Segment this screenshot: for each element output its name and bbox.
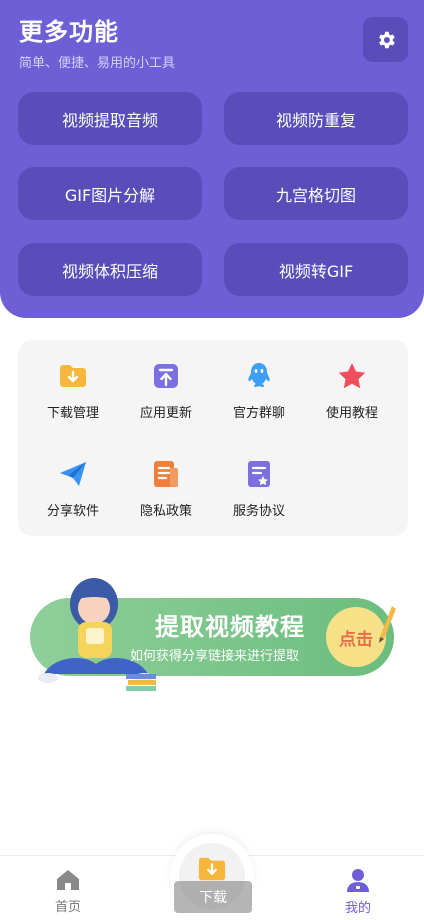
grid-item-official-group[interactable]: 官方群聊 [211, 342, 307, 422]
nav-mine-label: 我的 [344, 901, 371, 916]
gear-icon [378, 31, 395, 48]
tool-video-anti-duplicate-button[interactable]: 视频防重复 [224, 92, 408, 145]
grid-item-service-agreement[interactable]: 服务协议 [211, 440, 307, 520]
grid-item-privacy-policy[interactable]: 隐私政策 [118, 440, 214, 520]
grid-item-label: 分享软件 [46, 504, 99, 519]
user-icon [347, 869, 369, 892]
banner-subtitle: 如何获得分享链接来进行提取 [130, 649, 300, 664]
grid-item-label: 使用教程 [325, 406, 378, 421]
girl-illustration [38, 578, 156, 691]
page-subtitle: 简单、便捷、易用的小工具 [19, 56, 176, 71]
settings-button[interactable] [363, 17, 408, 62]
nav-home-tab[interactable]: 首页 [28, 858, 108, 916]
qq-icon [248, 363, 270, 387]
download-folder-icon [198, 857, 226, 881]
download-folder-icon [60, 365, 86, 387]
grid-item-download-manager[interactable]: 下载管理 [25, 342, 121, 422]
tool-video-to-gif-button[interactable]: 视频转GIF [224, 243, 408, 296]
document-icon [154, 461, 178, 487]
grid-item-app-update[interactable]: 应用更新 [118, 342, 214, 422]
nav-download-label: 下载 [174, 881, 252, 913]
tool-nine-grid-cut-button[interactable]: 九宫格切图 [224, 167, 408, 220]
grid-item-label: 服务协议 [232, 504, 285, 519]
tool-video-extract-audio-button[interactable]: 视频提取音频 [18, 92, 202, 145]
grid-item-label: 隐私政策 [139, 504, 192, 519]
pencil-icon [379, 606, 396, 643]
nav-home-label: 首页 [54, 900, 81, 915]
grid-item-label: 官方群聊 [232, 406, 285, 421]
home-icon [57, 870, 79, 890]
grid-item-label: 下载管理 [46, 406, 99, 421]
tool-gif-split-button[interactable]: GIF图片分解 [18, 167, 202, 220]
page-title: 更多功能 [19, 18, 119, 46]
grid-item-label: 应用更新 [139, 406, 192, 421]
nav-mine-tab[interactable]: 我的 [318, 858, 398, 916]
paper-plane-icon [60, 462, 86, 486]
agreement-icon [248, 461, 270, 487]
grid-item-share-app[interactable]: 分享软件 [25, 440, 121, 520]
star-icon [338, 363, 366, 389]
banner-title: 提取视频教程 [155, 613, 305, 641]
tool-video-compress-button[interactable]: 视频体积压缩 [18, 243, 202, 296]
grid-item-tutorial[interactable]: 使用教程 [304, 342, 400, 422]
update-icon [154, 364, 178, 388]
